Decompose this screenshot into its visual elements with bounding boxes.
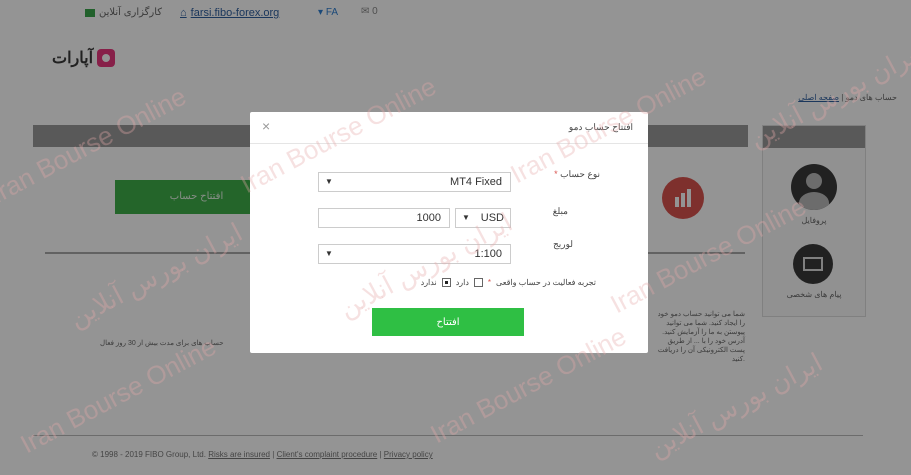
option-no-label: ندارد <box>420 278 437 287</box>
open-account-submit-button[interactable]: افتتاح <box>372 308 524 336</box>
experience-label: تجربه فعالیت در حساب واقعی <box>496 278 596 287</box>
required-marker: * <box>487 278 492 287</box>
option-yes-label: دارد <box>455 278 469 287</box>
close-icon[interactable]: × <box>262 118 270 134</box>
required-marker: * <box>554 169 558 179</box>
radio-no[interactable] <box>441 278 451 287</box>
radio-yes[interactable] <box>473 278 483 287</box>
demo-account-dialog: × افتتاح حساب دمو * نوع حساب ▼ MT4 Fixed… <box>250 112 648 353</box>
account-type-value: MT4 Fixed <box>450 176 502 188</box>
experience-radio-group: تجربه فعالیت در حساب واقعی * دارد ندارد <box>421 278 596 287</box>
chevron-down-icon: ▼ <box>325 249 333 258</box>
leverage-label: لوریج <box>552 239 573 249</box>
account-type-label-text: نوع حساب <box>560 169 600 179</box>
amount-label: مبلغ <box>552 206 568 216</box>
currency-value: USD <box>480 212 504 224</box>
account-type-select[interactable]: ▼ MT4 Fixed <box>318 172 511 192</box>
leverage-value: 1:100 <box>474 248 502 260</box>
chevron-down-icon: ▼ <box>462 213 470 222</box>
dialog-title: افتتاح حساب دمو <box>568 122 633 132</box>
chevron-down-icon: ▼ <box>325 177 333 186</box>
leverage-select[interactable]: ▼ 1:100 <box>318 244 511 264</box>
dialog-divider <box>250 143 648 144</box>
account-type-label: * نوع حساب <box>554 169 600 180</box>
amount-value: 1000 <box>416 212 441 224</box>
amount-input[interactable]: 1000 <box>318 208 450 228</box>
currency-select[interactable]: ▼ USD <box>455 208 511 228</box>
